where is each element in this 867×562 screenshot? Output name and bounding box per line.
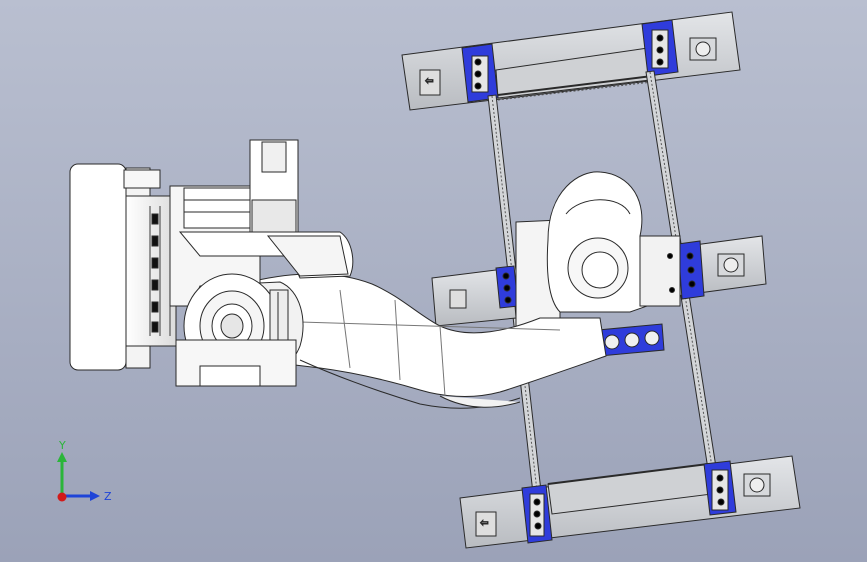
y-axis-label: Y [58, 439, 66, 452]
cad-viewport[interactable]: ⇦ ⇦ Y Z [0, 0, 867, 562]
z-axis-arrow-icon [90, 491, 100, 501]
svg-text:⇦: ⇦ [425, 76, 433, 87]
svg-text:⇦: ⇦ [480, 518, 488, 529]
bottom-rail: ⇦ [459, 455, 801, 549]
robot-arm-assembly-model[interactable]: ⇦ ⇦ [0, 0, 867, 562]
base-flange-plate [69, 163, 127, 371]
center-mount-flange [515, 171, 681, 331]
x-axis-dot-icon [57, 492, 67, 502]
z-axis-label: Z [104, 490, 112, 503]
y-axis-arrow-icon [57, 452, 67, 462]
top-rail: ⇦ [401, 11, 741, 111]
orientation-triad[interactable]: Y Z [46, 438, 116, 512]
